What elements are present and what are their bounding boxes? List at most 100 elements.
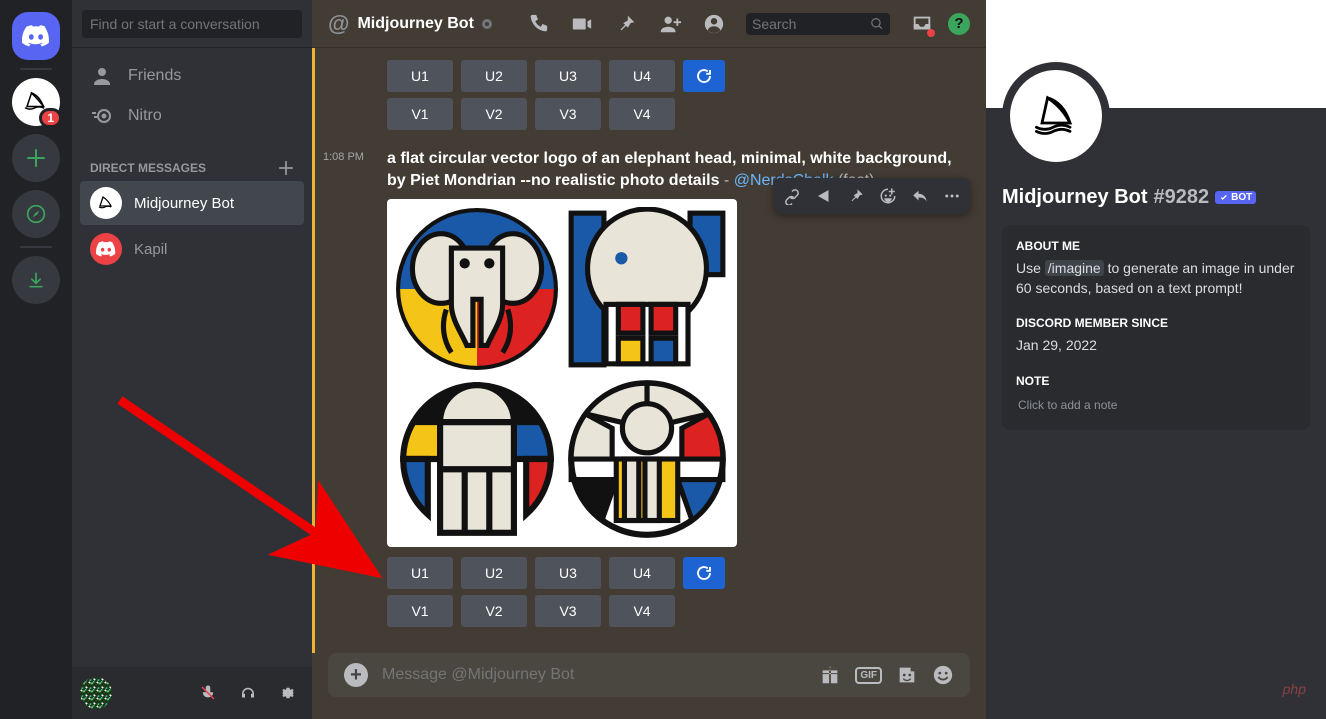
main-area: @ Midjourney Bot ? U1 U2 U3 U4 V1: [312, 0, 986, 719]
profile-button[interactable]: [702, 12, 726, 36]
message-composer: + GIF: [312, 653, 986, 719]
button-row-upscale: U1 U2 U3 U4: [387, 557, 970, 589]
message: 1:08 PM a flat circular vector logo of a…: [387, 148, 970, 627]
member-since-value: Jan 29, 2022: [1016, 336, 1296, 356]
server-rail: 1: [0, 0, 72, 719]
server-midjourney[interactable]: 1: [12, 78, 60, 126]
download-apps-button[interactable]: [12, 256, 60, 304]
note-input[interactable]: Click to add a note: [1016, 394, 1296, 416]
u4-button[interactable]: U4: [609, 60, 675, 92]
status-indicator: [482, 19, 492, 29]
compass-icon: [26, 204, 46, 224]
video-call-button[interactable]: [570, 12, 594, 36]
v1-button[interactable]: V1: [387, 98, 453, 130]
dm-name: Kapil: [134, 241, 167, 258]
v4-button[interactable]: V4: [609, 595, 675, 627]
help-button[interactable]: ?: [948, 13, 970, 35]
download-icon: [26, 270, 46, 290]
emoji-button[interactable]: [932, 664, 954, 686]
messages: U1 U2 U3 U4 V1 V2 V3 V4 1:08 PM a flat c…: [315, 60, 986, 627]
dm-search-input[interactable]: [82, 10, 302, 38]
verified-check-icon: [1219, 193, 1229, 203]
gif-button[interactable]: GIF: [855, 667, 882, 684]
settings-button[interactable]: [272, 677, 304, 709]
u1-button[interactable]: U1: [387, 60, 453, 92]
search-icon: [870, 16, 884, 32]
user-avatar[interactable]: [80, 677, 112, 709]
discord-logo-icon: [96, 241, 116, 257]
about-body: Use /imagine to generate an image in und…: [1016, 259, 1296, 298]
copy-link-button[interactable]: [776, 180, 808, 212]
voice-call-button[interactable]: [526, 12, 550, 36]
explore-servers-button[interactable]: [12, 190, 60, 238]
discord-home-button[interactable]: [12, 12, 60, 60]
button-row-variation: V1 V2 V3 V4: [387, 595, 970, 627]
chat-area: U1 U2 U3 U4 V1 V2 V3 V4 1:08 PM a flat c…: [312, 48, 986, 653]
server-badge: 1: [39, 108, 62, 128]
inbox-button[interactable]: [910, 12, 934, 36]
v3-button[interactable]: V3: [535, 98, 601, 130]
refresh-icon: [695, 564, 713, 582]
pin-button[interactable]: [614, 12, 638, 36]
button-row-variation: V1 V2 V3 V4: [387, 98, 970, 130]
dm-header-label: DIRECT MESSAGES: [90, 161, 206, 175]
sidebar-nav: Friends Nitro: [72, 48, 312, 144]
v1-button[interactable]: V1: [387, 595, 453, 627]
mute-button[interactable]: [192, 677, 224, 709]
v2-button[interactable]: V2: [461, 98, 527, 130]
reply-button[interactable]: [904, 180, 936, 212]
add-reaction-button[interactable]: [872, 180, 904, 212]
profile-discriminator: #9282: [1154, 186, 1210, 209]
midjourney-ship-icon: [1028, 88, 1084, 144]
more-button[interactable]: [936, 180, 968, 212]
u2-button[interactable]: U2: [461, 557, 527, 589]
nitro-tab[interactable]: Nitro: [80, 96, 304, 136]
attach-button[interactable]: +: [344, 663, 368, 687]
friends-tab[interactable]: Friends: [80, 56, 304, 96]
create-dm-button[interactable]: [278, 160, 294, 176]
sticker-button[interactable]: [896, 664, 918, 686]
channel-sidebar: Friends Nitro DIRECT MESSAGES Midjourney…: [72, 0, 312, 719]
midjourney-ship-icon: [96, 193, 116, 213]
image-variant-1: [395, 207, 559, 371]
add-friends-button[interactable]: [658, 12, 682, 36]
u1-button[interactable]: U1: [387, 557, 453, 589]
message-input[interactable]: [382, 666, 805, 684]
channel-title: Midjourney Bot: [357, 15, 473, 33]
bot-badge: BOT: [1215, 191, 1256, 204]
u4-button[interactable]: U4: [609, 557, 675, 589]
reroll-button[interactable]: [683, 557, 725, 589]
deafen-button[interactable]: [232, 677, 264, 709]
image-variant-2: [565, 207, 729, 371]
search-input[interactable]: [752, 16, 870, 32]
profile-sidebar: Midjourney Bot#9282 BOT ABOUT ME Use /im…: [986, 0, 1326, 719]
plus-icon: [26, 148, 46, 168]
message-actions-toolbar: [774, 178, 970, 214]
add-server-button[interactable]: [12, 134, 60, 182]
profile-name: Midjourney Bot#9282 BOT: [986, 170, 1326, 209]
nitro-icon: [90, 104, 114, 128]
v4-button[interactable]: V4: [609, 98, 675, 130]
friends-icon: [90, 64, 114, 88]
u3-button[interactable]: U3: [535, 557, 601, 589]
pin-message-button[interactable]: [840, 180, 872, 212]
dm-kapil[interactable]: Kapil: [80, 227, 304, 271]
v3-button[interactable]: V3: [535, 595, 601, 627]
image-variant-4: [565, 377, 729, 541]
note-heading: NOTE: [1016, 374, 1296, 388]
profile-avatar[interactable]: [1002, 62, 1110, 170]
gift-button[interactable]: [819, 664, 841, 686]
reroll-button[interactable]: [683, 60, 725, 92]
generated-image-grid[interactable]: [387, 199, 737, 547]
dm-midjourney-bot[interactable]: Midjourney Bot: [80, 181, 304, 225]
mark-unread-button[interactable]: [808, 180, 840, 212]
avatar: [90, 233, 122, 265]
button-row-upscale: U1 U2 U3 U4: [387, 60, 970, 92]
u3-button[interactable]: U3: [535, 60, 601, 92]
image-variant-3: [395, 377, 559, 541]
composer-box: + GIF: [328, 653, 970, 697]
friends-label: Friends: [128, 67, 181, 85]
u2-button[interactable]: U2: [461, 60, 527, 92]
rail-separator: [20, 68, 52, 70]
v2-button[interactable]: V2: [461, 595, 527, 627]
